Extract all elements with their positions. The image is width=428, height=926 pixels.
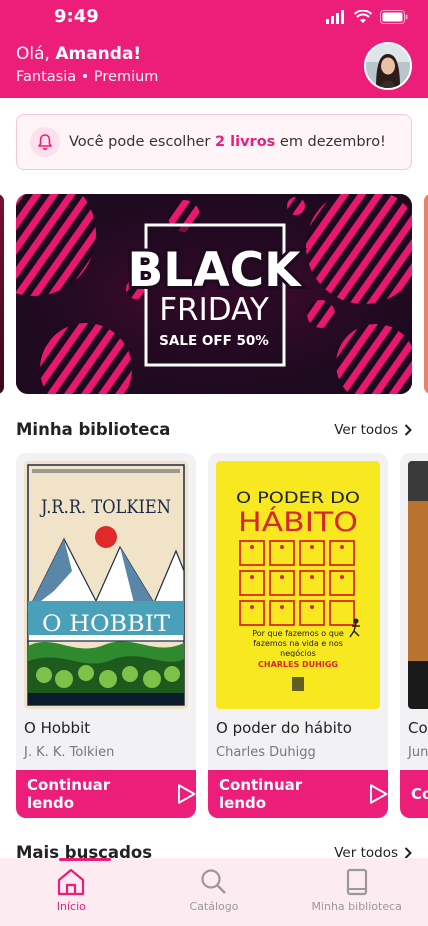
book-card-partial[interactable]: Co Jun Co: [400, 453, 428, 818]
habit-cover-art: O PODER DO HÁBITO Por que fazemos o que …: [216, 461, 380, 709]
next-banner-peek[interactable]: [424, 194, 428, 394]
habit-cover-tagline: Por que fazemos o que fazemos na vida e …: [252, 629, 344, 657]
banner-line1: BLACK: [127, 243, 302, 298]
app-root: 9:49 Olá, Amanda! Fantasia • Premium Voc…: [0, 0, 428, 926]
header: 9:49 Olá, Amanda! Fantasia • Premium: [0, 0, 428, 98]
habit-cover-author: CHARLES DUHIGG: [258, 660, 338, 669]
nav-item-catalog[interactable]: Catálogo: [143, 858, 286, 926]
book-title: O Hobbit: [24, 719, 91, 737]
continue-reading-button[interactable]: Continuar lendo: [16, 770, 196, 818]
plan-subtitle: Fantasia • Premium: [16, 69, 159, 85]
hobbit-cover-art: J.R.R. TOLKIEN O HOBBIT: [24, 461, 188, 709]
play-icon: [177, 784, 196, 804]
notice-highlight: 2 livros: [215, 134, 276, 150]
book-title: O poder do hábito: [216, 719, 352, 737]
chevron-right-icon: [404, 424, 412, 436]
books-available-notice: Você pode escolher 2 livros em dezembro!: [16, 114, 412, 170]
book-author: Charles Duhigg: [216, 745, 316, 760]
bell-icon: [30, 127, 60, 157]
book-card-power-of-habit[interactable]: O PODER DO HÁBITO Por que fazemos o que …: [208, 453, 388, 818]
nav-active-indicator: [59, 858, 111, 861]
greeting: Olá, Amanda!: [16, 44, 141, 64]
continue-reading-label: Continuar lendo: [27, 776, 111, 812]
user-name: Amanda!: [55, 44, 142, 64]
avatar-photo: [366, 44, 410, 88]
banner-line2: FRIDAY: [159, 292, 269, 328]
continue-reading-button[interactable]: Co: [400, 770, 428, 818]
notice-text-after: em dezembro!: [275, 134, 386, 150]
book-card-hobbit[interactable]: J.R.R. TOLKIEN O HOBBIT O Hobbit J. K. K…: [16, 453, 196, 818]
book-cover-hobbit[interactable]: J.R.R. TOLKIEN O HOBBIT: [24, 461, 188, 709]
book-cover-partial[interactable]: [408, 461, 428, 709]
avatar[interactable]: [364, 42, 412, 90]
hobbit-cover-author: J.R.R. TOLKIEN: [39, 496, 171, 518]
battery-icon: [380, 10, 408, 24]
library-see-all-link[interactable]: Ver todos: [334, 422, 412, 438]
greeting-prefix: Olá,: [16, 44, 56, 64]
banner-line3: SALE OFF 50%: [159, 333, 269, 349]
black-friday-banner[interactable]: BLACK FRIDAY SALE OFF 50%: [16, 194, 412, 394]
search-icon: [201, 869, 226, 894]
nav-label-catalog: Catálogo: [189, 900, 239, 913]
book-cover-power-of-habit[interactable]: O PODER DO HÁBITO Por que fazemos o que …: [216, 461, 380, 709]
notice-text: Você pode escolher 2 livros em dezembro!: [69, 134, 386, 150]
bottom-nav: Início Catálogo Minha biblioteca: [0, 858, 428, 926]
partial-cover-art: [408, 461, 428, 709]
home-icon: [58, 868, 85, 896]
book-title: Co: [408, 719, 428, 737]
nav-label-home: Início: [56, 900, 86, 913]
book-author: J. K. K. Tolkien: [24, 745, 115, 760]
play-icon: [369, 784, 388, 804]
library-see-all-label: Ver todos: [334, 422, 398, 438]
previous-banner-peek[interactable]: [0, 194, 4, 394]
status-icons: [326, 10, 408, 24]
nav-item-my-library[interactable]: Minha biblioteca: [285, 858, 428, 926]
habit-cover-line2: HÁBITO: [238, 506, 358, 538]
nav-item-home[interactable]: Início: [0, 858, 143, 926]
signal-icon: [326, 10, 344, 24]
nav-label-my-library: Minha biblioteca: [311, 900, 402, 913]
habit-cover-line1: O PODER DO: [236, 488, 360, 507]
banner-artwork: BLACK FRIDAY SALE OFF 50%: [16, 194, 412, 394]
book-author: Jun: [408, 745, 428, 760]
wifi-icon: [354, 10, 372, 23]
continue-reading-label: Continuar lendo: [219, 776, 303, 812]
notice-text-before: Você pode escolher: [69, 134, 216, 150]
continue-reading-button[interactable]: Continuar lendo: [208, 770, 388, 818]
status-time: 9:49: [54, 6, 99, 27]
library-section-title: Minha biblioteca: [16, 420, 171, 439]
continue-reading-label: Co: [411, 785, 428, 803]
book-icon: [346, 868, 367, 896]
hobbit-cover-title: O HOBBIT: [42, 612, 170, 637]
